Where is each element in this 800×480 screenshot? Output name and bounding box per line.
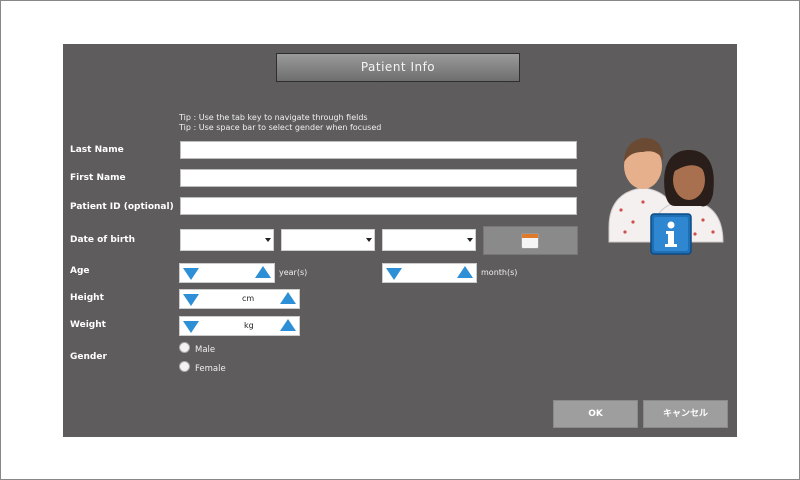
calendar-icon [521, 233, 539, 249]
radio-button[interactable] [179, 342, 190, 353]
stepper-down-icon[interactable] [183, 268, 199, 280]
dob-label: Date of birth [70, 235, 135, 245]
stepper-down-icon[interactable] [183, 321, 199, 333]
weight-unit: kg [244, 321, 254, 330]
stepper-up-icon[interactable] [255, 266, 271, 278]
dialog-title-button[interactable]: Patient Info [276, 53, 520, 82]
gender-label: Gender [70, 352, 107, 362]
dropdown-arrow-icon [467, 238, 473, 242]
dob-year-select[interactable] [180, 229, 274, 251]
age-years-unit: year(s) [279, 268, 308, 277]
first-name-label: First Name [70, 173, 126, 183]
dob-day-select[interactable] [382, 229, 476, 251]
gender-male-option[interactable]: Male [179, 342, 215, 355]
patient-info-dialog: Patient Info Tip : Use the tab key to na… [63, 44, 737, 437]
radio-button[interactable] [179, 361, 190, 372]
weight-label: Weight [70, 320, 106, 330]
tip-space-gender: Tip : Use space bar to select gender whe… [179, 123, 382, 132]
stepper-down-icon[interactable] [183, 294, 199, 306]
stepper-up-icon[interactable] [280, 319, 296, 331]
ok-button[interactable]: OK [553, 400, 638, 428]
patient-id-label: Patient ID (optional) [70, 202, 174, 212]
gender-female-option[interactable]: Female [179, 361, 226, 374]
age-years-stepper[interactable] [179, 263, 275, 283]
last-name-input[interactable] [180, 141, 577, 159]
last-name-label: Last Name [70, 145, 124, 155]
stepper-up-icon[interactable] [280, 292, 296, 304]
height-unit: cm [242, 294, 255, 303]
patient-id-input[interactable] [180, 197, 577, 215]
age-label: Age [70, 266, 90, 276]
dropdown-arrow-icon [265, 238, 271, 242]
weight-stepper[interactable]: kg [179, 316, 300, 336]
dob-month-select[interactable] [281, 229, 375, 251]
gender-male-label: Male [195, 345, 216, 355]
first-name-input[interactable] [180, 169, 577, 187]
calendar-button[interactable] [483, 226, 578, 255]
cancel-button[interactable]: キャンセル [643, 400, 728, 428]
height-stepper[interactable]: cm [179, 289, 300, 309]
dropdown-arrow-icon [366, 238, 372, 242]
patient-info-icon [608, 138, 724, 255]
age-months-unit: month(s) [481, 268, 518, 277]
stepper-up-icon[interactable] [457, 266, 473, 278]
stepper-down-icon[interactable] [386, 268, 402, 280]
height-label: Height [70, 293, 104, 303]
tip-tab-navigation: Tip : Use the tab key to navigate throug… [179, 113, 368, 122]
gender-female-label: Female [195, 364, 226, 374]
age-months-stepper[interactable] [382, 263, 477, 283]
